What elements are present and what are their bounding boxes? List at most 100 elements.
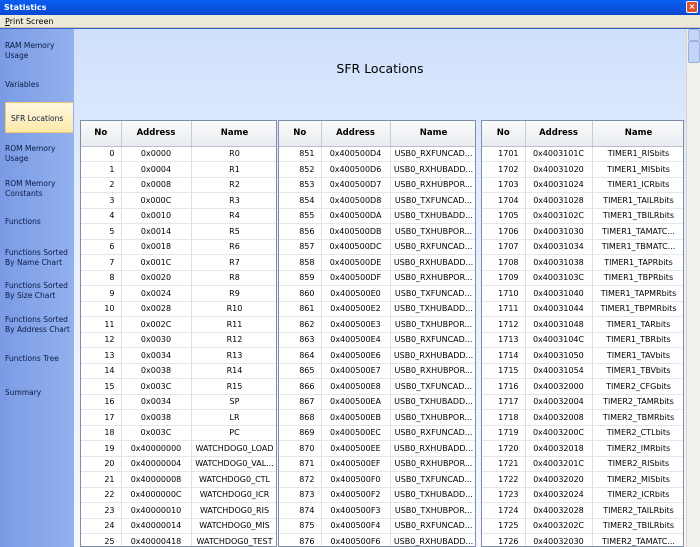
column-header-address[interactable]: Address	[321, 121, 391, 147]
table-row[interactable]: 1718 0x40032008 TIMER2_TBMRbits	[482, 409, 683, 426]
table-row[interactable]: 1725 0x4003202C TIMER2_TBILRbits	[482, 518, 683, 534]
table-row[interactable]: 875 0x400500F4 USB0_RXFUNCAD...	[279, 518, 475, 534]
sidebar-item-sfr-locations[interactable]: SFR Locations	[5, 102, 73, 133]
table-row[interactable]: 1703 0x40031024 TIMER1_ICRbits	[482, 177, 683, 193]
table-row[interactable]: 19 0x40000000 WATCHDOG0_LOAD	[81, 440, 276, 457]
sidebar-item-functions[interactable]: Functions	[5, 217, 71, 227]
table-row[interactable]: 1715 0x40031054 TIMER1_TBVbits	[482, 363, 683, 379]
table-row[interactable]: 1710 0x40031040 TIMER1_TAPMRbits	[482, 285, 683, 302]
table-row[interactable]: 1722 0x40032020 TIMER2_MISbits	[482, 471, 683, 488]
table-row[interactable]: 4 0x0010 R4	[81, 208, 276, 224]
table-row[interactable]: 20 0x40000004 WATCHDOG0_VAL...	[81, 456, 276, 472]
sfr-grid-1[interactable]: No Address Name 0 0x0000 R0 1 0x0004 R1 2 0x0008 R2…	[80, 120, 277, 547]
table-row[interactable]: 868 0x400500EB USB0_TXHUBPOR...	[279, 409, 475, 426]
table-row[interactable]: 15 0x003C R15	[81, 378, 276, 395]
table-row[interactable]: 7 0x001C R7	[81, 254, 276, 271]
table-row[interactable]: 859 0x400500DF USB0_RXHUBPOR...	[279, 270, 475, 286]
sidebar-item-rom-memory-usage[interactable]: ROM Memory Usage	[5, 144, 71, 164]
table-row[interactable]: 857 0x400500DC USB0_RXFUNCAD...	[279, 239, 475, 255]
sidebar-item-summary[interactable]: Summary	[5, 388, 71, 398]
table-row[interactable]: 873 0x400500F2 USB0_TXHUBADD...	[279, 487, 475, 503]
table-row[interactable]: 862 0x400500E3 USB0_TXHUBPOR...	[279, 316, 475, 333]
table-row[interactable]: 1717 0x40032004 TIMER2_TAMRbits	[482, 394, 683, 410]
table-row[interactable]: 1702 0x40031020 TIMER1_MISbits	[482, 161, 683, 178]
sidebar-item-variables[interactable]: Variables	[5, 80, 71, 90]
vertical-scrollbar[interactable]	[686, 29, 700, 547]
table-row[interactable]: 856 0x400500DB USB0_TXHUBPOR...	[279, 223, 475, 240]
table-row[interactable]: 17 0x0038 LR	[81, 409, 276, 426]
column-header-address[interactable]: Address	[525, 121, 593, 147]
table-row[interactable]: 1720 0x40032018 TIMER2_IMRbits	[482, 440, 683, 457]
table-row[interactable]: 6 0x0018 R6	[81, 239, 276, 255]
table-row[interactable]: 860 0x400500E0 USB0_TXFUNCAD...	[279, 285, 475, 302]
table-row[interactable]: 852 0x400500D6 USB0_RXHUBADD...	[279, 161, 475, 178]
scroll-up-arrow-icon[interactable]	[688, 29, 700, 41]
sidebar-item-ram-memory-usage[interactable]: RAM Memory Usage	[5, 41, 71, 61]
table-row[interactable]: 13 0x0034 R13	[81, 347, 276, 364]
table-row[interactable]: 855 0x400500DA USB0_TXHUBADD...	[279, 208, 475, 224]
close-button[interactable]: ×	[686, 1, 698, 13]
table-row[interactable]: 9 0x0024 R9	[81, 285, 276, 302]
table-row[interactable]: 1 0x0004 R1	[81, 161, 276, 178]
table-row[interactable]: 870 0x400500EE USB0_RXHUBADD...	[279, 440, 475, 457]
sidebar-item-rom-memory-constants[interactable]: ROM Memory Constants	[5, 179, 71, 199]
table-row[interactable]: 1711 0x40031044 TIMER1_TBPMRbits	[482, 301, 683, 317]
column-header-name[interactable]: Name	[191, 121, 276, 147]
table-row[interactable]: 1706 0x40031030 TIMER1_TAMATC...	[482, 223, 683, 240]
column-header-name[interactable]: Name	[390, 121, 475, 147]
column-header-no[interactable]: No	[482, 121, 526, 147]
table-row[interactable]: 865 0x400500E7 USB0_RXHUBPOR...	[279, 363, 475, 379]
table-row[interactable]: 1701 0x4003101C TIMER1_RISbits	[482, 146, 683, 162]
table-row[interactable]: 25 0x40000418 WATCHDOG0_TEST	[81, 533, 276, 546]
table-row[interactable]: 1719 0x4003200C TIMER2_CTLbits	[482, 425, 683, 441]
table-row[interactable]: 1705 0x4003102C TIMER1_TBILRbits	[482, 208, 683, 224]
table-row[interactable]: 21 0x40000008 WATCHDOG0_CTL	[81, 471, 276, 488]
table-row[interactable]: 18 0x003C PC	[81, 425, 276, 441]
table-row[interactable]: 867 0x400500EA USB0_TXHUBADD...	[279, 394, 475, 410]
table-row[interactable]: 863 0x400500E4 USB0_RXFUNCAD...	[279, 332, 475, 348]
table-row[interactable]: 1708 0x40031038 TIMER1_TAPRbits	[482, 254, 683, 271]
table-row[interactable]: 858 0x400500DE USB0_RXHUBADD...	[279, 254, 475, 271]
column-header-name[interactable]: Name	[592, 121, 683, 147]
table-row[interactable]: 24 0x40000014 WATCHDOG0_MIS	[81, 518, 276, 534]
table-row[interactable]: 1726 0x40032030 TIMER2_TAMATC...	[482, 533, 683, 546]
table-row[interactable]: 10 0x0028 R10	[81, 301, 276, 317]
table-row[interactable]: 2 0x0008 R2	[81, 177, 276, 193]
table-row[interactable]: 1716 0x40032000 TIMER2_CFGbits	[482, 378, 683, 395]
table-row[interactable]: 876 0x400500F6 USB0_RXHUBADD...	[279, 533, 475, 546]
column-header-no[interactable]: No	[81, 121, 122, 147]
table-row[interactable]: 1713 0x4003104C TIMER1_TBRbits	[482, 332, 683, 348]
table-row[interactable]: 14 0x0038 R14	[81, 363, 276, 379]
table-row[interactable]: 5 0x0014 R5	[81, 223, 276, 240]
table-row[interactable]: 1721 0x4003201C TIMER2_RISbits	[482, 456, 683, 472]
sfr-grid-3[interactable]: No Address Name 1701 0x4003101C TIMER1_RISbit…	[481, 120, 684, 547]
table-row[interactable]: 1723 0x40032024 TIMER2_ICRbits	[482, 487, 683, 503]
table-row[interactable]: 874 0x400500F3 USB0_TXHUBPOR...	[279, 502, 475, 519]
sidebar-item-functions-by-size[interactable]: Functions Sorted By Size Chart	[5, 281, 71, 301]
sidebar-item-functions-tree[interactable]: Functions Tree	[5, 354, 71, 364]
table-row[interactable]: 1707 0x40031034 TIMER1_TBMATC...	[482, 239, 683, 255]
column-header-no[interactable]: No	[279, 121, 322, 147]
table-row[interactable]: 872 0x400500F0 USB0_TXFUNCAD...	[279, 471, 475, 488]
table-row[interactable]: 1714 0x40031050 TIMER1_TAVbits	[482, 347, 683, 364]
sfr-grid-2[interactable]: No Address Name 851 0x400500D4 USB0_RXFUNCAD.…	[278, 120, 476, 547]
scroll-thumb[interactable]	[688, 41, 700, 63]
table-row[interactable]: 871 0x400500EF USB0_RXHUBPOR...	[279, 456, 475, 472]
table-row[interactable]: 12 0x0030 R12	[81, 332, 276, 348]
sidebar-item-functions-by-address[interactable]: Functions Sorted By Address Chart	[5, 315, 71, 335]
table-row[interactable]: 11 0x002C R11	[81, 316, 276, 333]
table-row[interactable]: 23 0x40000010 WATCHDOG0_RIS	[81, 502, 276, 519]
table-row[interactable]: 3 0x000C R3	[81, 192, 276, 209]
menu-print-screen[interactable]: Print Screen	[5, 16, 53, 27]
table-row[interactable]: 8 0x0020 R8	[81, 270, 276, 286]
table-row[interactable]: 854 0x400500D8 USB0_TXFUNCAD...	[279, 192, 475, 209]
table-row[interactable]: 1712 0x40031048 TIMER1_TARbits	[482, 316, 683, 333]
sidebar-item-functions-by-name[interactable]: Functions Sorted By Name Chart	[5, 248, 71, 268]
table-row[interactable]: 853 0x400500D7 USB0_RXHUBPOR...	[279, 177, 475, 193]
table-row[interactable]: 866 0x400500E8 USB0_TXFUNCAD...	[279, 378, 475, 395]
table-row[interactable]: 864 0x400500E6 USB0_RXHUBADD...	[279, 347, 475, 364]
table-row[interactable]: 22 0x4000000C WATCHDOG0_ICR	[81, 487, 276, 503]
table-row[interactable]: 851 0x400500D4 USB0_RXFUNCAD...	[279, 146, 475, 162]
table-row[interactable]: 1704 0x40031028 TIMER1_TAILRbits	[482, 192, 683, 209]
table-row[interactable]: 1709 0x4003103C TIMER1_TBPRbits	[482, 270, 683, 286]
